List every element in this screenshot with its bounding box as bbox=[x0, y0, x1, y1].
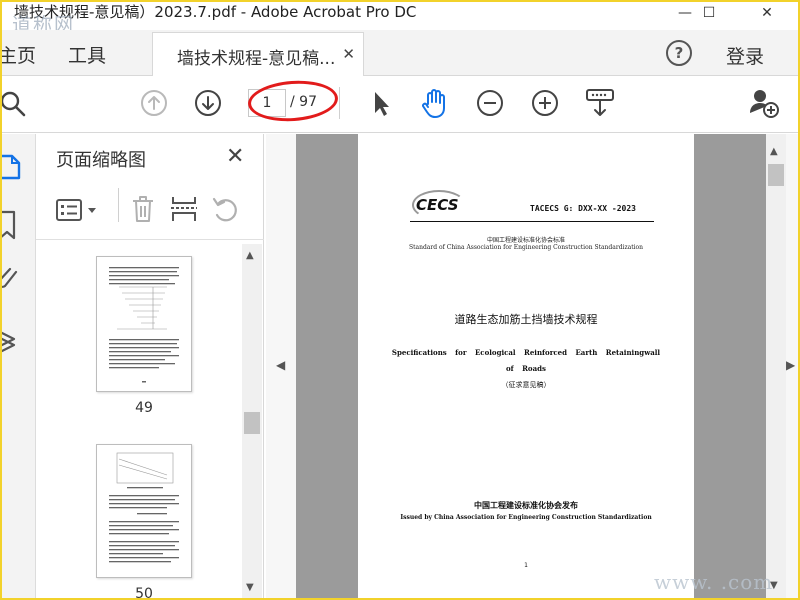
publisher-en: Issued by China Association for Engineer… bbox=[400, 514, 652, 521]
publisher-cn: 中国工程建设标准化协会发布 bbox=[474, 501, 578, 510]
document-scrollbar[interactable]: ▲ ▼ bbox=[766, 134, 786, 598]
collapse-left-pane-icon[interactable]: ◀ bbox=[276, 358, 285, 372]
main-toolbar: 1 / 97 bbox=[2, 77, 798, 133]
toolbar-divider bbox=[339, 87, 340, 119]
close-window-button[interactable]: ✕ bbox=[744, 2, 790, 24]
attachments-icon[interactable] bbox=[2, 266, 24, 296]
scroll-up-icon[interactable]: ▲ bbox=[246, 250, 254, 261]
delete-page-icon[interactable] bbox=[130, 194, 156, 224]
select-arrow-icon[interactable] bbox=[370, 89, 392, 119]
logo-arc bbox=[412, 190, 466, 220]
thumbnail-label-49: 49 bbox=[135, 400, 153, 416]
maximize-button[interactable]: ☐ bbox=[686, 2, 732, 24]
association-en: Standard of China Association for Engine… bbox=[408, 244, 644, 251]
zoom-in-icon[interactable] bbox=[531, 89, 559, 117]
right-pane-gutter: ▲ ▼ ▶ bbox=[766, 134, 798, 598]
draft-label: （征求意见稿） bbox=[501, 381, 551, 389]
zoom-out-icon[interactable] bbox=[476, 89, 504, 117]
thumbnail-label-50: 50 bbox=[135, 586, 153, 600]
doc-scroll-up-icon[interactable]: ▲ bbox=[770, 146, 778, 157]
document-title-en-line1: Specifications for Ecological Reinforced… bbox=[391, 348, 661, 357]
document-title-en-line2: of Roads bbox=[506, 364, 546, 373]
tab-document[interactable]: 墙技术规程-意见稿... ✕ bbox=[152, 32, 364, 76]
title-bar: 墙技术规程-意见稿）2023.7.pdf - Adobe Acrobat Pro… bbox=[2, 2, 798, 24]
share-user-icon[interactable] bbox=[748, 87, 780, 119]
acrobat-window: 墙技术规程-意见稿）2023.7.pdf - Adobe Acrobat Pro… bbox=[0, 0, 800, 600]
thumbnail-options-icon[interactable] bbox=[56, 198, 100, 224]
document-title-cn: 道路生态加筋土挡墙技术规程 bbox=[454, 313, 598, 326]
page-number: 1 bbox=[524, 562, 528, 569]
expand-right-pane-icon[interactable]: ▶ bbox=[786, 358, 795, 372]
help-icon[interactable]: ? bbox=[666, 40, 692, 66]
scroll-down-icon[interactable]: ▼ bbox=[246, 582, 254, 593]
panel-title: 页面缩略图 bbox=[56, 150, 146, 171]
navigation-strip bbox=[2, 134, 36, 598]
document-tab-label: 墙技术规程-意见稿... bbox=[177, 49, 336, 69]
page-number-input[interactable]: 1 bbox=[248, 89, 286, 117]
tab-home[interactable]: 主页 bbox=[2, 41, 36, 68]
page-view-icon[interactable] bbox=[584, 87, 616, 119]
header-rule bbox=[410, 221, 654, 222]
extract-page-icon[interactable] bbox=[170, 194, 198, 224]
tab-bar: 主页 工具 墙技术规程-意见稿... ✕ ? 登录 bbox=[2, 30, 798, 76]
page-total: / 97 bbox=[290, 94, 317, 110]
thumbnails-scrollbar[interactable]: ▲ ▼ bbox=[242, 244, 262, 598]
left-pane-gutter: ◀ bbox=[266, 134, 296, 598]
thumbnail-page-50[interactable] bbox=[96, 444, 192, 578]
association-cn: 中国工程建设标准化协会标准 bbox=[486, 237, 565, 244]
watermark-bottom: www. .com bbox=[654, 570, 774, 594]
thumbnails-panel: 页面缩略图 ✕ 49 50 ▲ ▼ bbox=[36, 134, 264, 600]
tab-tools[interactable]: 工具 bbox=[68, 41, 106, 68]
thumbnails-scroll-knob[interactable] bbox=[244, 412, 260, 434]
panel-toolbar bbox=[36, 182, 264, 240]
thumbnail-page-49[interactable] bbox=[96, 256, 192, 392]
pdf-page: CECS TACECS G: DXX-XX -2023 中国工程建设标准化协会标… bbox=[358, 134, 694, 598]
next-page-icon[interactable] bbox=[194, 89, 222, 117]
standard-code: TACECS G: DXX-XX -2023 bbox=[530, 204, 636, 213]
login-button[interactable]: 登录 bbox=[726, 42, 764, 69]
page-thumbnails-icon[interactable] bbox=[2, 154, 22, 182]
cecs-logo: CECS bbox=[412, 190, 466, 220]
bookmarks-icon[interactable] bbox=[2, 210, 22, 240]
panel-close-icon[interactable]: ✕ bbox=[226, 144, 244, 169]
hand-tool-icon[interactable] bbox=[420, 87, 450, 119]
document-tab-close-icon[interactable]: ✕ bbox=[342, 45, 355, 63]
document-viewer: ◀ CECS TACECS G: DXX-XX -2023 中国工程建设标准化协… bbox=[266, 134, 798, 598]
document-scroll-knob[interactable] bbox=[768, 164, 784, 186]
panel-toolbar-divider bbox=[118, 188, 119, 222]
prev-page-icon[interactable] bbox=[140, 89, 168, 117]
pdf-canvas[interactable]: CECS TACECS G: DXX-XX -2023 中国工程建设标准化协会标… bbox=[296, 134, 766, 598]
rotate-page-icon[interactable] bbox=[212, 194, 240, 224]
layers-icon[interactable] bbox=[2, 326, 24, 356]
search-icon[interactable] bbox=[2, 89, 30, 119]
